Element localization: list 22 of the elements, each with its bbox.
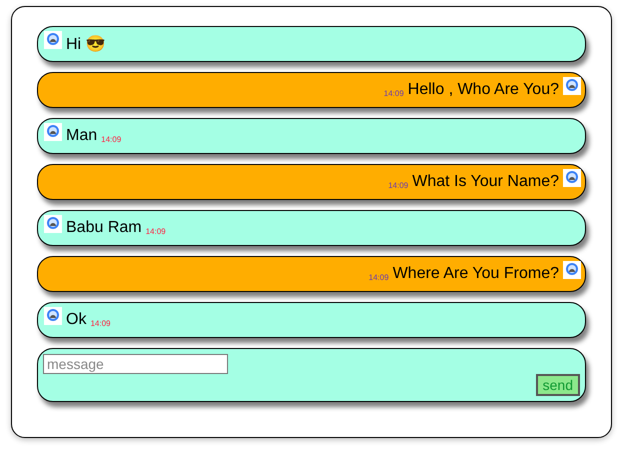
- message-time: 14:09: [388, 181, 408, 190]
- avatar-icon: [44, 307, 62, 325]
- message-text: Where Are You Frome?: [392, 265, 559, 283]
- avatar-icon: [563, 169, 581, 187]
- message-time: 14:09: [146, 227, 166, 236]
- avatar-icon: [44, 31, 62, 49]
- avatar-icon: [44, 123, 62, 141]
- avatar-icon: [563, 261, 581, 279]
- message-text: Ok: [66, 311, 86, 329]
- message-text: Hello , Who Are You?: [408, 81, 559, 99]
- message-time: 14:09: [384, 89, 404, 98]
- message-text: What Is Your Name?: [412, 173, 559, 191]
- message-time: 14:09: [101, 135, 122, 144]
- avatar-icon: [44, 215, 62, 233]
- message-text: Man: [66, 127, 98, 145]
- send-button[interactable]: send: [536, 374, 580, 396]
- message-text: Hi 😎: [66, 34, 106, 54]
- message-time: 14:09: [368, 273, 389, 282]
- message-text: Babu Ram: [66, 219, 142, 237]
- avatar-icon: [563, 77, 581, 95]
- message-input[interactable]: message: [43, 354, 228, 374]
- message-time: 14:09: [90, 319, 110, 328]
